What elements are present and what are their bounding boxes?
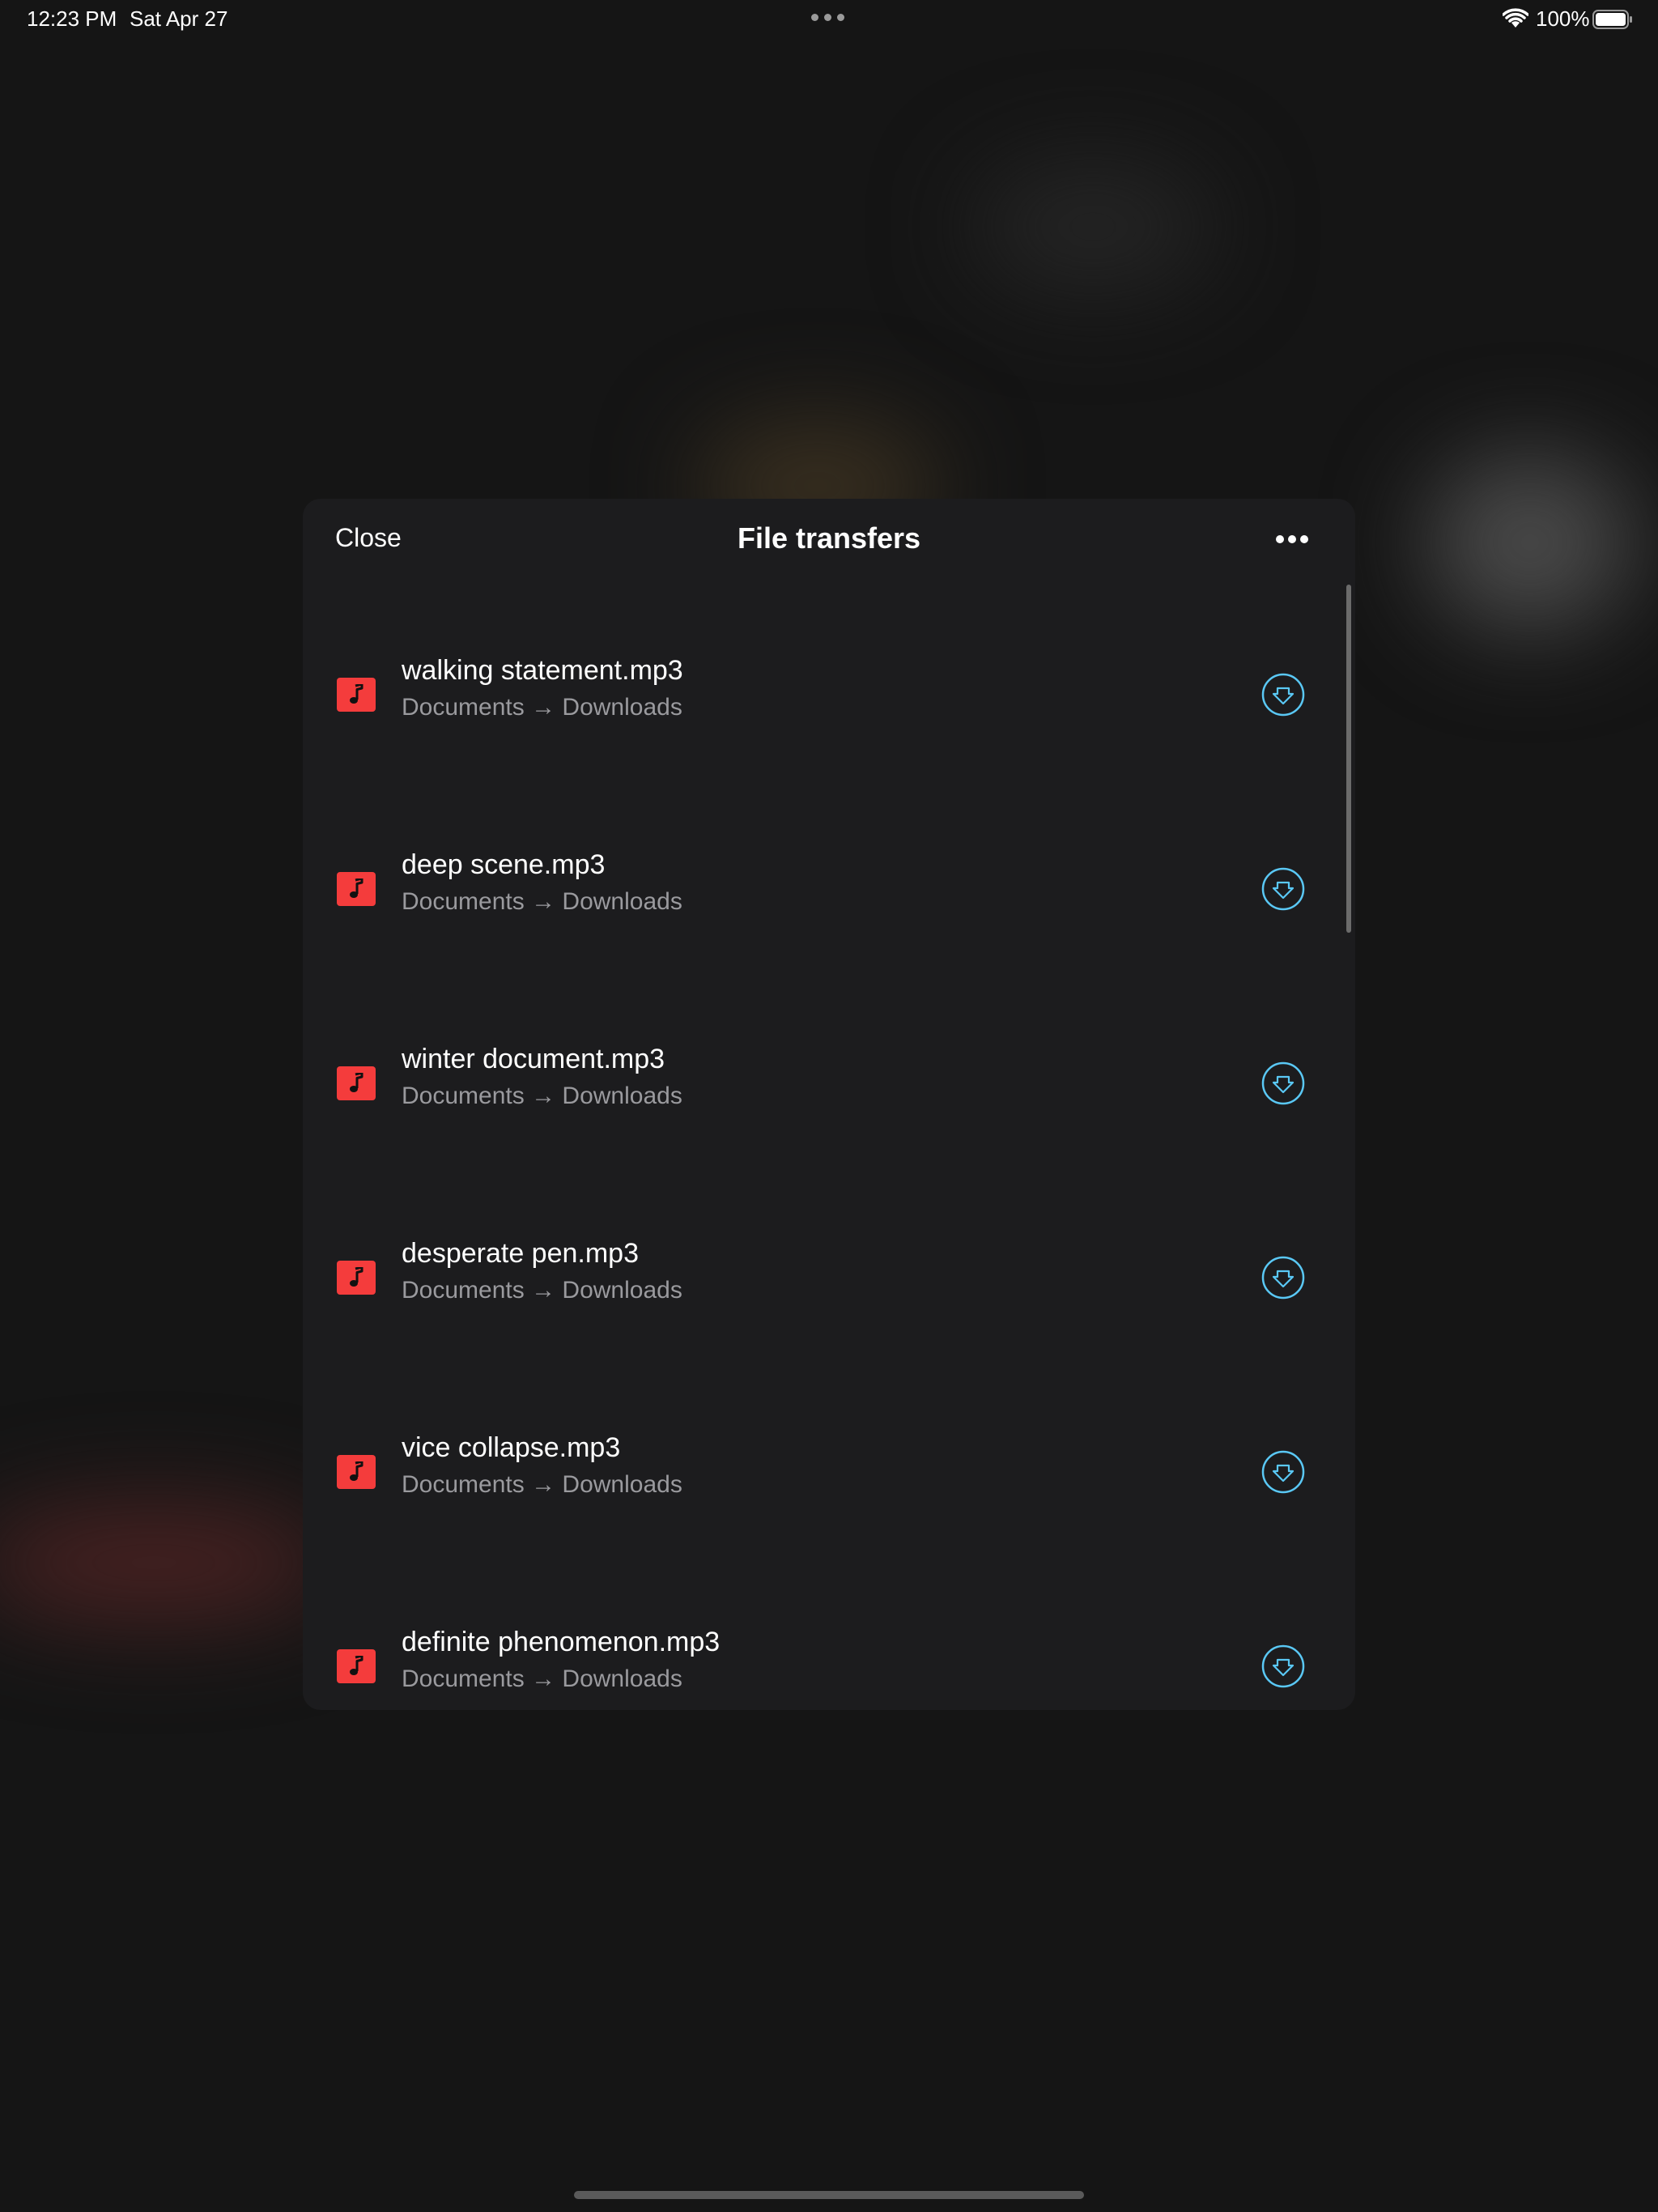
battery-percentage: 100% bbox=[1536, 6, 1590, 31]
download-icon[interactable] bbox=[1261, 1450, 1305, 1494]
file-name: deep scene.mp3 bbox=[402, 849, 606, 880]
wifi-icon bbox=[1503, 8, 1528, 28]
music-note-icon bbox=[337, 1261, 376, 1295]
sheet-header: Close File transfers bbox=[303, 499, 1355, 580]
transfer-row[interactable]: walking statement.mp3 Documents → Downloa… bbox=[303, 578, 1355, 772]
transfer-row[interactable]: vice collapse.mp3 Documents → Downloads bbox=[303, 1355, 1355, 1550]
transfer-row[interactable]: desperate pen.mp3 Documents → Downloads bbox=[303, 1161, 1355, 1355]
transfer-path: Documents → Downloads bbox=[402, 1471, 682, 1498]
music-note-icon bbox=[337, 1066, 376, 1100]
file-name: walking statement.mp3 bbox=[402, 655, 683, 686]
home-indicator[interactable] bbox=[574, 2191, 1084, 2199]
more-options-icon[interactable] bbox=[1273, 530, 1312, 549]
transfer-row[interactable]: deep scene.mp3 Documents → Downloads bbox=[303, 772, 1355, 967]
file-name: vice collapse.mp3 bbox=[402, 1432, 621, 1463]
transfer-path: Documents → Downloads bbox=[402, 694, 682, 721]
file-name: winter document.mp3 bbox=[402, 1044, 665, 1074]
download-icon[interactable] bbox=[1261, 867, 1305, 911]
music-note-icon bbox=[337, 872, 376, 906]
file-transfers-sheet: Close File transfers walking statement.m… bbox=[303, 499, 1355, 1710]
music-note-icon bbox=[337, 678, 376, 712]
transfer-path: Documents → Downloads bbox=[402, 1665, 682, 1692]
sheet-title: File transfers bbox=[737, 521, 921, 555]
transfer-path: Documents → Downloads bbox=[402, 888, 682, 915]
status-date: Sat Apr 27 bbox=[130, 6, 228, 31]
status-bar: 12:23 PM Sat Apr 27 100% bbox=[0, 0, 1658, 39]
transfer-row[interactable]: winter document.mp3 Documents → Downloads bbox=[303, 967, 1355, 1161]
download-icon[interactable] bbox=[1261, 673, 1305, 717]
transfer-path: Documents → Downloads bbox=[402, 1083, 682, 1109]
background-blur bbox=[971, 162, 1214, 291]
transfer-row[interactable]: definite phenomenon.mp3 Documents → Downl… bbox=[303, 1550, 1355, 1710]
multitasking-dots-icon[interactable] bbox=[811, 14, 844, 21]
download-icon[interactable] bbox=[1261, 1256, 1305, 1300]
background-blur bbox=[1425, 453, 1635, 632]
file-name: desperate pen.mp3 bbox=[402, 1238, 639, 1269]
background-blur bbox=[0, 1506, 340, 1619]
download-icon[interactable] bbox=[1261, 1644, 1305, 1688]
transfer-path: Documents → Downloads bbox=[402, 1277, 682, 1304]
music-note-icon bbox=[337, 1649, 376, 1683]
status-time: 12:23 PM bbox=[27, 6, 117, 31]
music-note-icon bbox=[337, 1455, 376, 1489]
file-name: definite phenomenon.mp3 bbox=[402, 1627, 721, 1657]
download-icon[interactable] bbox=[1261, 1061, 1305, 1105]
battery-icon bbox=[1592, 10, 1632, 29]
